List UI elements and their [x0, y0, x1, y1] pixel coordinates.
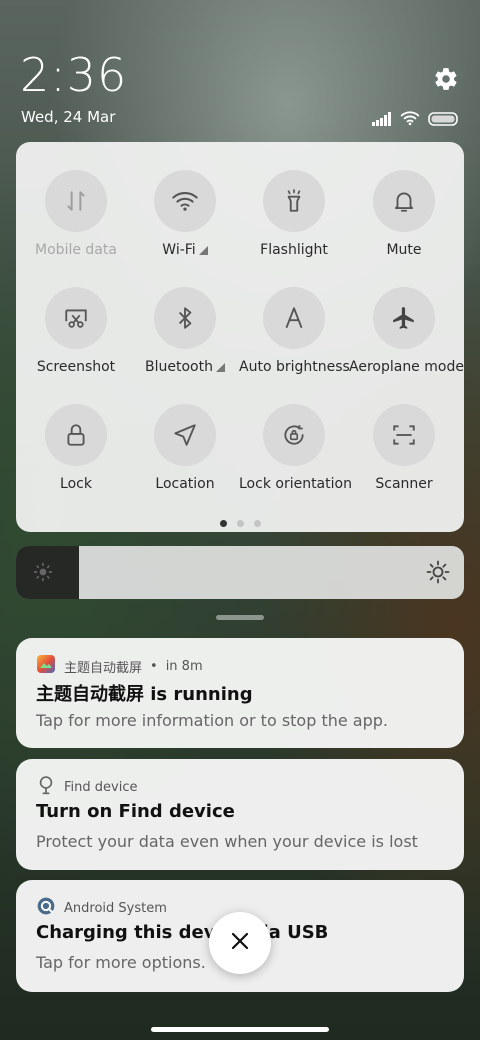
notification-title: Charging this device via USB [36, 922, 329, 943]
quick-tile-scanner[interactable]: Scanner [349, 404, 459, 492]
quick-tile-label: Lock [21, 476, 131, 492]
notification-card[interactable]: Find device Turn on Find device Protect … [16, 759, 464, 870]
quick-tile-label-text: Auto brightness [239, 359, 350, 375]
quick-tile-label: Lock orientation [239, 476, 352, 492]
auto-brightness-icon [263, 287, 325, 349]
page-dot[interactable] [253, 520, 261, 527]
quick-tile-label-text: Flashlight [260, 242, 328, 258]
quick-tile-location[interactable]: Location [130, 404, 240, 492]
quick-tile-mobile-data[interactable]: Mobile data [21, 170, 131, 258]
quick-tile-auto-brightness[interactable]: Auto brightness [239, 287, 350, 375]
quick-tile-label-text: Mute [386, 242, 422, 258]
quick-tile-wi-fi[interactable]: Wi-Fi [130, 170, 240, 258]
notification-body: Tap for more information or to stop the … [36, 711, 389, 730]
quick-tile-label-text: Bluetooth [145, 359, 213, 375]
notification-header: 主题自动截屏 • in 8m [36, 654, 203, 678]
rotation-lock-icon [263, 404, 325, 466]
notification-app-name: Find device [64, 779, 138, 795]
quick-tile-label: Bluetooth [130, 359, 240, 375]
status-icons [372, 110, 460, 130]
quick-tile-label-text: Lock orientation [239, 476, 352, 492]
quick-tile-label: Flashlight [239, 242, 349, 258]
flashlight-icon [263, 170, 325, 232]
mobile-data-icon [45, 170, 107, 232]
quick-tile-label: Auto brightness [239, 359, 350, 375]
quick-tile-label: Wi-Fi [130, 242, 240, 258]
notification-app-name: 主题自动截屏 [64, 660, 143, 676]
quick-tile-label-text: Scanner [375, 476, 433, 492]
quick-tile-flashlight[interactable]: Flashlight [239, 170, 349, 258]
location-icon [154, 404, 216, 466]
quick-tile-lock-orientation[interactable]: Lock orientation [239, 404, 352, 492]
expand-arrow-icon [215, 363, 225, 372]
page-dot[interactable] [236, 520, 244, 527]
close-icon [230, 931, 250, 955]
notification-time: in 8m [165, 658, 203, 674]
notification-body: Protect your data even when your device … [36, 832, 418, 851]
drag-handle[interactable] [216, 615, 264, 620]
separator-dot: • [150, 658, 158, 674]
lock-icon [45, 404, 107, 466]
expand-arrow-icon [198, 246, 208, 255]
quick-settings-panel: Mobile data Wi-Fi Flashlight Mute Screenshot… [16, 142, 464, 532]
quick-tile-label-text: Mobile data [35, 242, 117, 258]
quick-tile-label: Location [130, 476, 240, 492]
find-device-icon [36, 775, 56, 799]
wifi-icon [400, 110, 420, 130]
notification-app-name: Android System [64, 900, 167, 916]
notification-body: Tap for more options. [36, 953, 206, 972]
airplane-icon [373, 287, 435, 349]
notification-title: Turn on Find device [36, 801, 235, 822]
quick-tile-screenshot[interactable]: Screenshot [21, 287, 131, 375]
quick-tile-label-text: Aeroplane mode [349, 359, 464, 375]
quick-tile-lock[interactable]: Lock [21, 404, 131, 492]
quick-tile-label: Mute [349, 242, 459, 258]
notification-header: Android System [36, 896, 167, 920]
gear-icon[interactable] [433, 66, 459, 92]
quick-tile-label: Mobile data [21, 242, 131, 258]
screenshot-icon [45, 287, 107, 349]
quick-tile-label-text: Location [155, 476, 215, 492]
scanner-icon [373, 404, 435, 466]
clock-time: 2:36 [20, 48, 128, 102]
date-label: Wed, 24 Mar [21, 108, 116, 126]
quick-tile-label-text: Lock [60, 476, 92, 492]
quick-tile-label: Scanner [349, 476, 459, 492]
bell-icon [373, 170, 435, 232]
android-system-icon [36, 896, 56, 920]
quick-tile-aeroplane-mode[interactable]: Aeroplane mode [349, 287, 464, 375]
notification-header: Find device [36, 775, 137, 799]
quick-tile-mute[interactable]: Mute [349, 170, 459, 258]
quick-tile-label-text: Screenshot [36, 359, 116, 375]
clear-notifications-button[interactable] [209, 912, 271, 974]
brightness-slider[interactable] [16, 546, 464, 599]
quick-tile-label: Aeroplane mode [349, 359, 464, 375]
home-indicator[interactable] [151, 1027, 329, 1032]
notification-card[interactable]: 主题自动截屏 • in 8m 主题自动截屏 is running Tap for… [16, 638, 464, 748]
battery-icon [428, 111, 460, 130]
quick-tile-label-text: Wi-Fi [162, 242, 196, 258]
page-dot-active[interactable] [219, 520, 227, 527]
brightness-low-icon [33, 562, 53, 586]
quick-tile-bluetooth[interactable]: Bluetooth [130, 287, 240, 375]
wifi-icon [154, 170, 216, 232]
bluetooth-icon [154, 287, 216, 349]
brightness-high-icon [426, 560, 450, 588]
quick-tile-label: Screenshot [21, 359, 131, 375]
page-indicator [16, 520, 464, 527]
notification-title: 主题自动截屏 is running [36, 684, 253, 705]
theme-app-icon [36, 654, 56, 678]
signal-icon [372, 111, 392, 130]
